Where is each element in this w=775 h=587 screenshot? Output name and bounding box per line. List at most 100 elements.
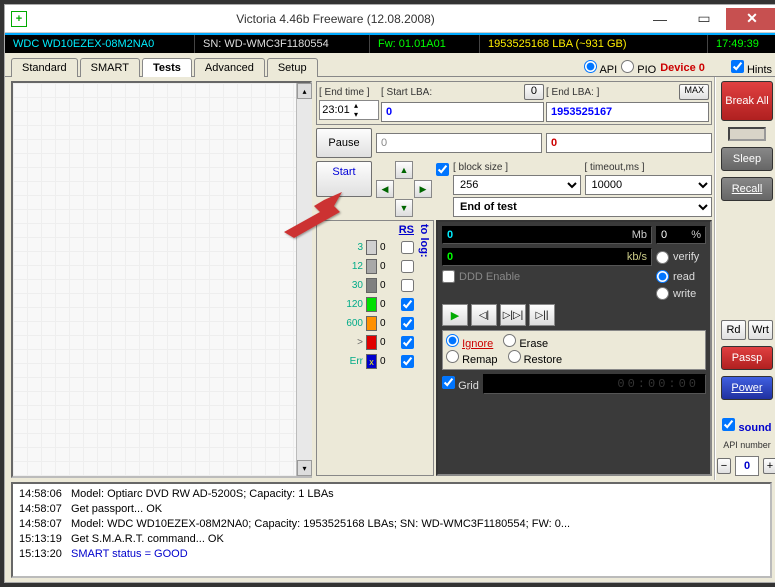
block-size-select[interactable]: 256 — [453, 175, 581, 195]
hints-checkbox[interactable]: Hints — [731, 60, 772, 76]
verify-radio[interactable]: verify — [656, 251, 706, 264]
stat-color-icon — [366, 240, 377, 255]
nav-up-icon[interactable]: ▲ — [395, 161, 413, 179]
sleep-button[interactable]: Sleep — [721, 147, 773, 171]
drive-info-bar: WDC WD10EZEX-08M2NA0 SN: WD-WMC3F1180554… — [5, 33, 775, 53]
minimize-button[interactable]: — — [638, 8, 682, 30]
nav-diamond: ▲ ◀ ▶ ▼ — [376, 161, 432, 217]
start-lba-input[interactable] — [381, 102, 544, 122]
passp-button[interactable]: Passp — [721, 346, 773, 370]
grid-checkbox[interactable]: Grid — [442, 376, 479, 392]
pio-radio[interactable]: PIO — [621, 60, 656, 76]
read-radio[interactable]: read — [656, 270, 706, 283]
window-title: Victoria 4.46b Freeware (12.08.2008) — [33, 12, 638, 26]
stat-count: 0 — [380, 280, 398, 291]
side-panel: Break All Sleep Recall Rd Wrt Passp Powe… — [714, 77, 775, 480]
break-all-button[interactable]: Break All — [721, 81, 773, 121]
stat-color-icon — [366, 259, 377, 274]
stat-threshold: 30 — [339, 280, 363, 291]
end-time-label: [ End time ] — [319, 87, 379, 98]
drive-serial: SN: WD-WMC3F1180554 — [195, 35, 370, 53]
stat-log-checkbox[interactable] — [401, 336, 414, 349]
end-time-spinner[interactable]: ▴▾ — [319, 100, 379, 120]
err-log-checkbox[interactable] — [401, 355, 414, 368]
block-size-label: [ block size ] — [453, 162, 508, 173]
skip-end-button[interactable]: ▷|| — [529, 304, 555, 326]
skip-fwd-button[interactable]: ▷|▷| — [500, 304, 526, 326]
api-num-input[interactable] — [735, 456, 759, 476]
stat-color-icon — [366, 316, 377, 331]
stat-count: 0 — [380, 242, 398, 253]
sound-checkbox[interactable]: sound — [722, 418, 771, 434]
log-area[interactable]: 14:58:06 Model: Optiarc DVD RW AD-5200S;… — [11, 482, 772, 578]
tab-standard[interactable]: Standard — [11, 58, 78, 77]
end-of-test-select[interactable]: End of test — [453, 197, 712, 217]
end-lba-input[interactable] — [546, 102, 709, 122]
stat-threshold: 120 — [339, 299, 363, 310]
scan-map: ▴ ▾ — [11, 81, 312, 478]
stat-threshold: 12 — [339, 261, 363, 272]
timeout-label: [ timeout,ms ] — [585, 162, 645, 173]
remap-radio[interactable]: Remap — [446, 350, 498, 366]
api-num-plus[interactable]: + — [763, 458, 775, 474]
scroll-down-icon[interactable]: ▾ — [297, 460, 312, 476]
stat-log-checkbox[interactable] — [401, 260, 414, 273]
stat-threshold: > — [339, 337, 363, 348]
start-button[interactable]: Start — [316, 161, 372, 197]
recall-button[interactable]: Recall — [721, 177, 773, 201]
clock: 17:49:39 — [708, 35, 775, 53]
api-radio[interactable]: API — [584, 60, 617, 76]
controls-panel: [ End time ] ▴▾ [ Start LBA: 0 [ End LBA:… — [314, 77, 714, 480]
tab-setup[interactable]: Setup — [267, 58, 318, 77]
write-radio[interactable]: write — [656, 287, 706, 300]
end-lba-label: [ End LBA: ] — [546, 87, 599, 98]
drive-firmware: Fw: 01.01A01 — [370, 35, 480, 53]
maximize-button[interactable]: ▭ — [682, 8, 726, 30]
stat-count: 0 — [380, 318, 398, 329]
stat-count: 0 — [380, 261, 398, 272]
rs-link[interactable]: RS — [399, 224, 414, 236]
kbs-value: 0 — [447, 251, 453, 263]
progress-slot — [728, 127, 766, 141]
close-button[interactable]: ✕ — [726, 8, 775, 30]
ignore-radio[interactable]: Ignore — [446, 334, 493, 350]
current-pos-2[interactable] — [546, 133, 712, 153]
scroll-up-icon[interactable]: ▴ — [297, 83, 312, 99]
start-lba-label: [ Start LBA: — [381, 87, 432, 98]
pause-button[interactable]: Pause — [316, 128, 372, 158]
nav-down-icon[interactable]: ▼ — [395, 199, 413, 217]
stat-count: 0 — [380, 299, 398, 310]
stat-log-checkbox[interactable] — [401, 279, 414, 292]
to-log-label: to log: — [418, 224, 430, 472]
start-lba-zero-button[interactable]: 0 — [524, 84, 544, 100]
step-back-button[interactable]: ◁| — [471, 304, 497, 326]
err-box-icon: x — [366, 354, 377, 369]
restore-radio[interactable]: Restore — [508, 350, 563, 366]
stat-log-checkbox[interactable] — [401, 298, 414, 311]
wrt-button[interactable]: Wrt — [748, 320, 773, 340]
nav-left-icon[interactable]: ◀ — [376, 180, 394, 198]
map-scrollbar[interactable]: ▴ ▾ — [296, 83, 312, 476]
timeout-select[interactable]: 10000 — [585, 175, 713, 195]
api-num-minus[interactable]: − — [717, 458, 731, 474]
play-button[interactable]: ▶ — [442, 304, 468, 326]
stat-color-icon — [366, 278, 377, 293]
nav-checkbox[interactable] — [436, 163, 449, 176]
tab-advanced[interactable]: Advanced — [194, 58, 265, 77]
tab-smart[interactable]: SMART — [80, 58, 140, 77]
current-pos-1[interactable] — [376, 133, 542, 153]
erase-radio[interactable]: Erase — [503, 334, 548, 350]
drive-lba: 1953525168 LBA (~931 GB) — [480, 35, 708, 53]
stat-log-checkbox[interactable] — [401, 241, 414, 254]
stat-log-checkbox[interactable] — [401, 317, 414, 330]
stat-threshold: 3 — [339, 242, 363, 253]
tab-tests[interactable]: Tests — [142, 58, 192, 77]
rd-button[interactable]: Rd — [721, 320, 746, 340]
ddd-checkbox[interactable]: DDD Enable — [442, 270, 652, 283]
power-button[interactable]: Power — [721, 376, 773, 400]
end-lba-max-button[interactable]: MAX — [679, 84, 709, 100]
app-window: + Victoria 4.46b Freeware (12.08.2008) —… — [4, 4, 775, 583]
nav-right-icon[interactable]: ▶ — [414, 180, 432, 198]
stat-color-icon — [366, 335, 377, 350]
err-value: 0 — [380, 356, 398, 367]
